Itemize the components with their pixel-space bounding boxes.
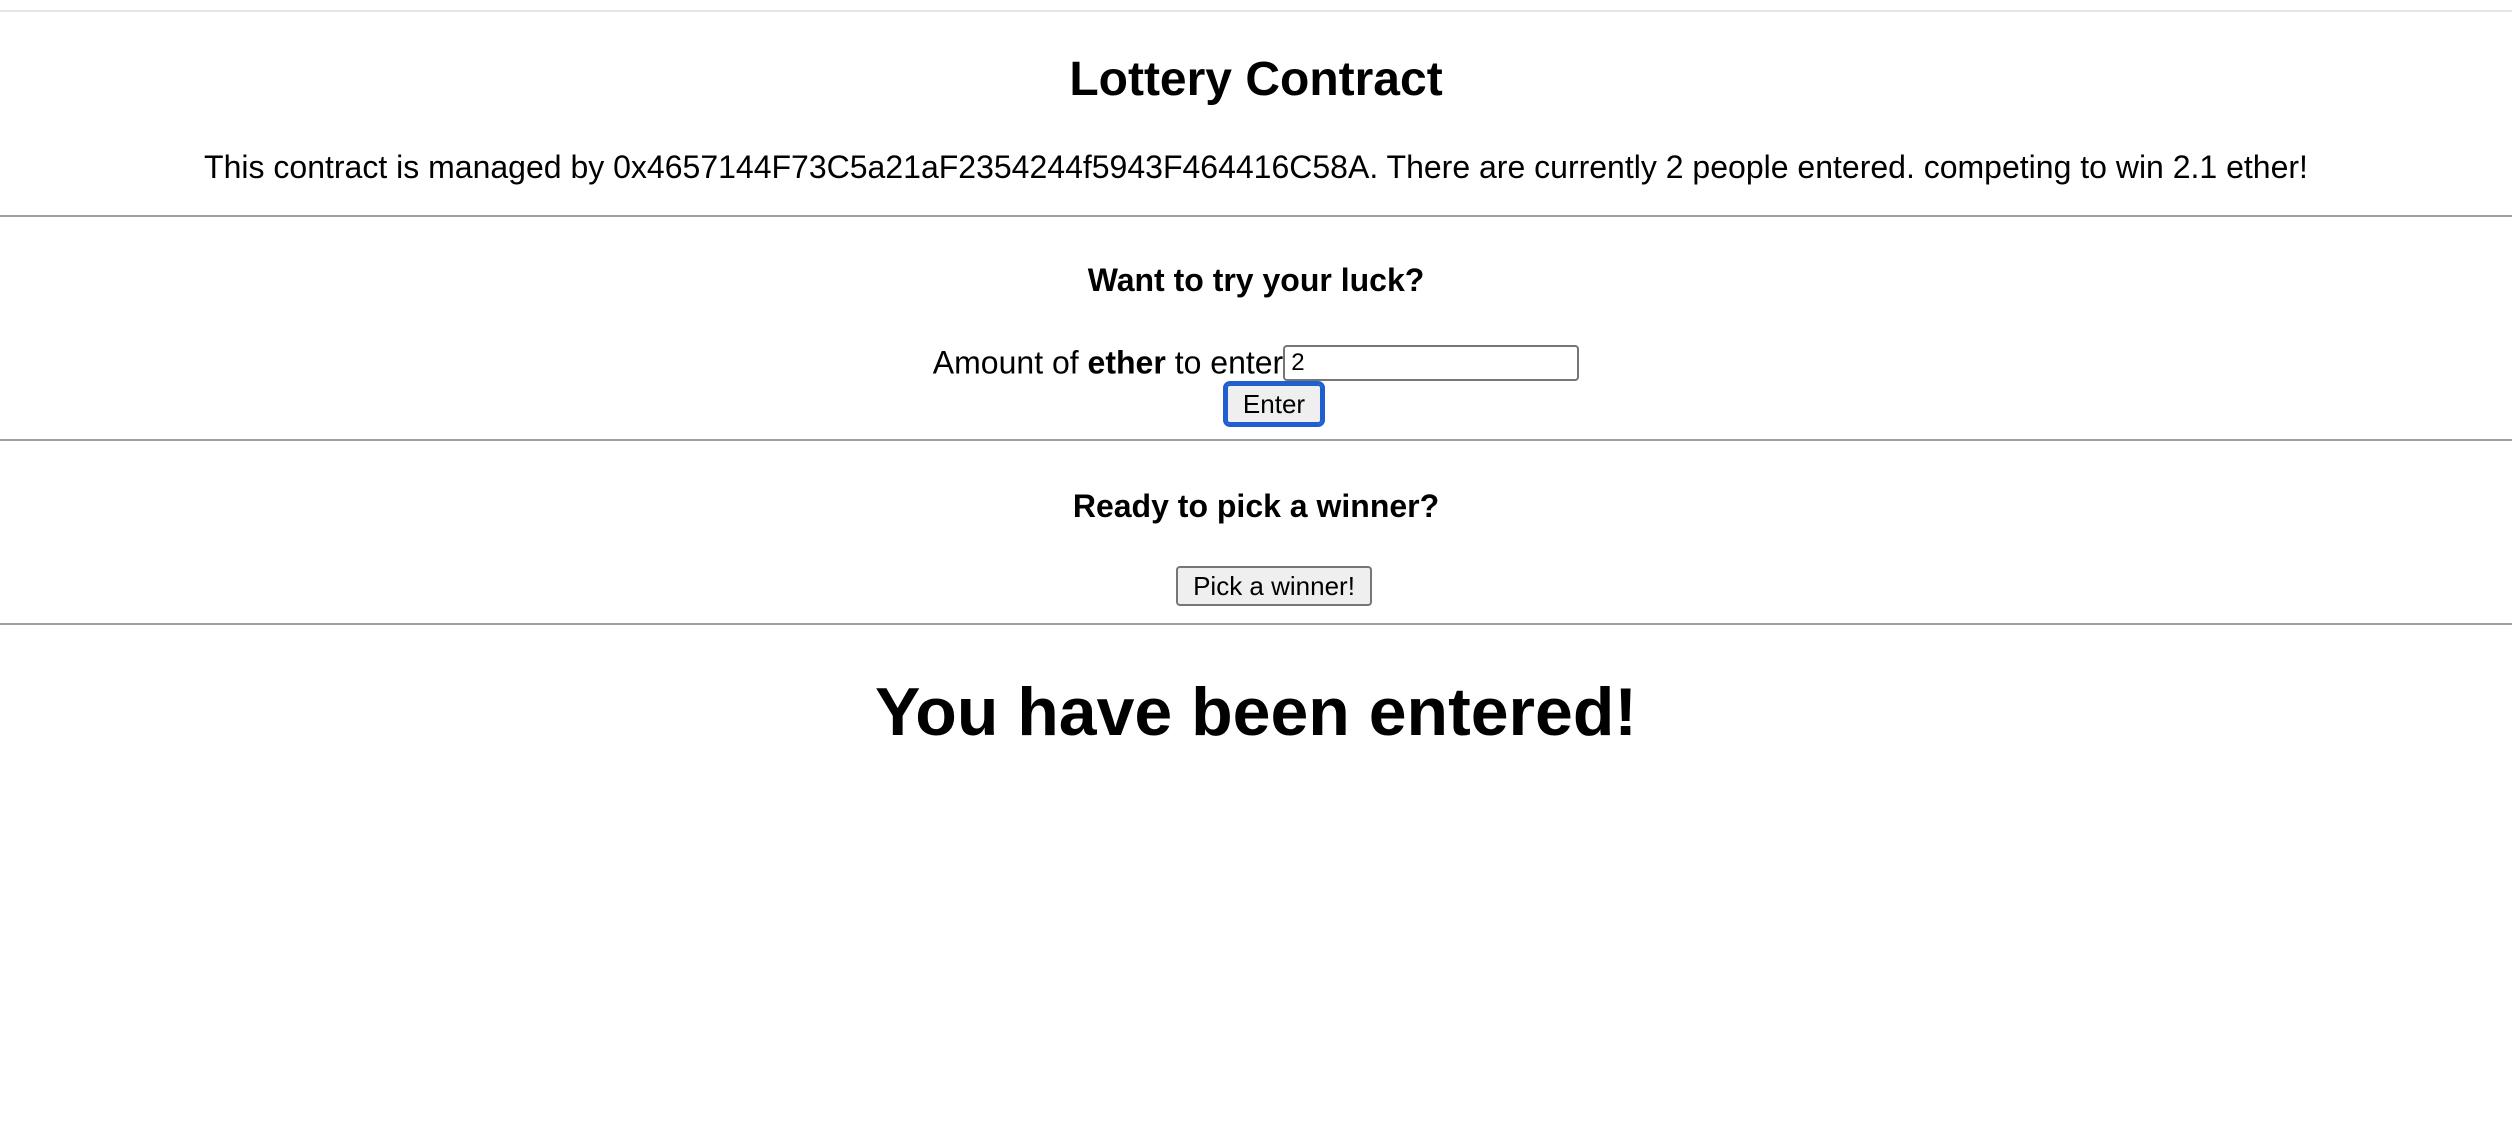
divider xyxy=(0,623,2512,625)
pick-winner-button[interactable]: Pick a winner! xyxy=(1176,566,1372,606)
divider xyxy=(0,215,2512,217)
amount-label: Amount of ether to enter xyxy=(933,345,1283,381)
ether-amount-input[interactable] xyxy=(1283,344,1580,381)
page-title: Lottery Contract xyxy=(1069,53,1443,106)
try-luck-heading: Want to try your luck? xyxy=(1087,262,1425,298)
enter-button[interactable]: Enter xyxy=(1223,381,1325,427)
divider xyxy=(0,439,2512,441)
status-message: You have been entered! xyxy=(874,674,1638,750)
lottery-page: Lottery Contract This contract is manage… xyxy=(0,0,2512,1138)
amount-label-suffix: to enter xyxy=(1165,344,1284,381)
amount-label-prefix: Amount of xyxy=(932,344,1088,381)
contract-info-text: This contract is managed by 0x4657144F73… xyxy=(204,149,2308,185)
pick-winner-heading: Ready to pick a winner? xyxy=(1072,488,1440,524)
top-divider xyxy=(0,10,2512,12)
entry-form: Amount of ether to enter xyxy=(0,339,2512,384)
amount-label-unit: ether xyxy=(1087,344,1166,381)
